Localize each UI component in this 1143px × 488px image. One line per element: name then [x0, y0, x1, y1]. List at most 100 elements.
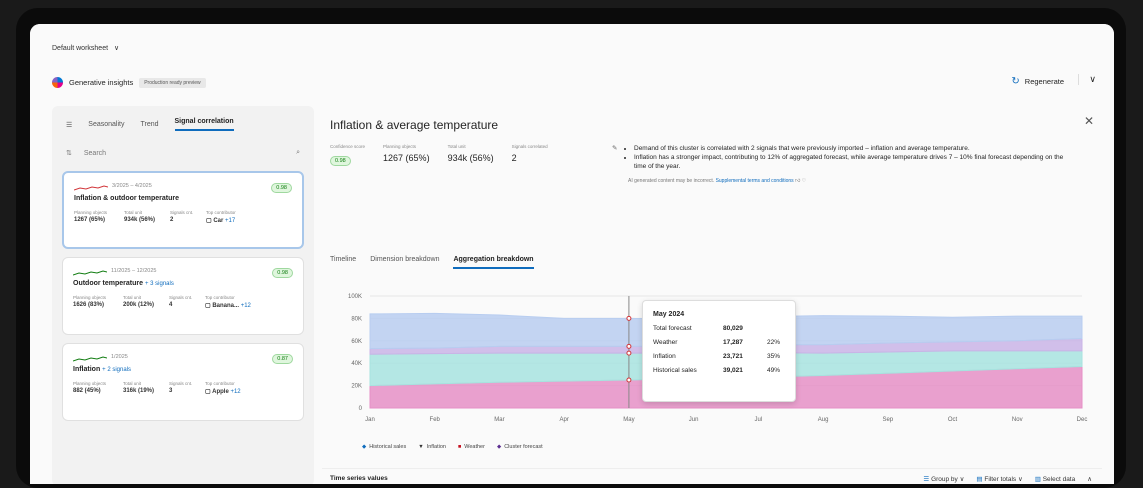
chart-tooltip: May 2024 Total forecast 80,029 Weather 17,2…	[642, 300, 796, 402]
hover-point	[626, 350, 632, 356]
tab-aggregation-breakdown[interactable]: Aggregation breakdown	[453, 256, 534, 269]
insight-card[interactable]: 3/2025 – 4/2025 0.98 Inflation & outdoor…	[62, 171, 304, 249]
legend-item[interactable]: ◆ Cluster forecast	[497, 444, 543, 450]
terms-link[interactable]: Supplemental terms and conditions	[716, 178, 794, 184]
card-score-badge: 0.98	[272, 268, 293, 278]
card-signals-link[interactable]: + 2 signals	[102, 367, 131, 373]
tab-timeline[interactable]: Timeline	[330, 256, 356, 269]
tooltip-key: Total forecast	[653, 325, 692, 332]
insight-tabs: ☰ Seasonality Trend Signal correlation	[52, 106, 314, 143]
sort-icon[interactable]: ⇅	[66, 149, 72, 157]
x-tick-label: Aug	[818, 417, 829, 423]
app-window: Default worksheet ∨ Generative insights P…	[30, 24, 1114, 484]
legend-item[interactable]: ■ Weather	[458, 444, 485, 450]
stat-label: Total unit	[123, 381, 142, 386]
insights-list-panel: ☰ Seasonality Trend Signal correlation ⇅…	[52, 106, 314, 484]
header-title: Generative insights	[69, 78, 134, 87]
stat-label: Top contributor	[205, 381, 235, 386]
stat-value: 1626 (83%)	[73, 302, 105, 308]
x-tick-label: May	[623, 417, 634, 423]
top-contributor: ▢ Car +17	[206, 217, 276, 224]
stat-confidence: Confidence score 0.98	[330, 144, 365, 167]
worksheet-label: Default worksheet	[52, 44, 109, 52]
card-title: Inflation + 2 signals	[73, 366, 293, 373]
insight-title: Inflation & average temperature	[330, 118, 499, 132]
legend-label: Cluster forecast	[504, 444, 543, 450]
chevron-down-icon: ∨	[1089, 74, 1096, 84]
search-row: ⇅ Search ⌕	[52, 143, 314, 163]
stat-label: Top contributor	[205, 295, 235, 300]
tooltip-value: 80,029	[723, 325, 743, 332]
card-title-text: Inflation	[73, 366, 101, 373]
insight-card[interactable]: 11/2025 – 12/2025 0.98 Outdoor temperatu…	[62, 257, 304, 335]
legend-item[interactable]: ▼ Inflation	[418, 444, 446, 450]
tooltip-value: 39,021	[723, 367, 743, 374]
legend-marker-icon: ▼	[418, 444, 424, 450]
stat-label: Signals correlated	[511, 144, 548, 149]
stat-total-unit: Total unit 934k (56%)	[448, 144, 494, 167]
stat-value: 934k (56%)	[447, 153, 494, 163]
regenerate-button[interactable]: ↻ Regenerate	[1011, 76, 1064, 87]
contributor-name: Banana...	[212, 303, 240, 309]
stat-value: 882 (45%)	[73, 388, 101, 394]
tab-signal-correlation[interactable]: Signal correlation	[174, 118, 234, 131]
tab-trend[interactable]: Trend	[140, 121, 158, 128]
tab-dimension-breakdown[interactable]: Dimension breakdown	[370, 256, 439, 269]
hover-point	[626, 377, 632, 383]
collapse-button[interactable]: ∨	[1078, 74, 1096, 85]
search-input[interactable]: Search	[84, 150, 284, 157]
card-stats: Planning objects Total unit Signals cnt.…	[73, 381, 293, 395]
worksheet-selector[interactable]: Default worksheet ∨	[52, 44, 120, 53]
stat-planning-objects: Planning objects 1267 (65%)	[383, 144, 430, 167]
top-contributor: ▢ Apple +12	[205, 388, 275, 395]
card-date-range: 3/2025 – 4/2025	[112, 183, 152, 189]
group-by-label: Group by	[931, 475, 958, 483]
chart-legend: ◆ Historical sales ▼ Inflation ■ Weather ◆ Clus…	[362, 444, 543, 450]
stat-value: 934k (56%)	[124, 217, 156, 223]
chevron-down-icon: ∨	[114, 45, 120, 52]
copilot-logo-icon	[52, 77, 63, 88]
stat-label: Signals cnt.	[170, 210, 194, 215]
stat-label: Planning objects	[74, 210, 108, 215]
tooltip-row: Historical sales 39,021 49%	[653, 367, 785, 374]
contributor-name: Apple	[212, 389, 229, 395]
x-tick-label: Oct	[948, 417, 958, 423]
stat-label: Total unit	[123, 295, 142, 300]
legend-item[interactable]: ◆ Historical sales	[362, 444, 406, 450]
stat-label: Planning objects	[73, 295, 107, 300]
tooltip-row: Inflation 23,721 35%	[653, 353, 785, 360]
legend-label: Inflation	[426, 444, 446, 450]
stat-label: Planning objects	[383, 144, 417, 149]
insight-detail-panel: Inflation & average temperature ✕ Confid…	[322, 104, 1102, 484]
y-tick-label: 20K	[351, 384, 362, 390]
contributor-more-link[interactable]: +12	[230, 389, 240, 395]
card-title-text: Inflation & outdoor temperature	[74, 195, 179, 202]
tooltip-row: Weather 17,287 22%	[653, 339, 785, 346]
stat-label: Total unit	[124, 210, 143, 215]
refresh-icon: ↻	[1011, 76, 1020, 87]
stat-label: Planning objects	[73, 381, 107, 386]
insight-card[interactable]: 1/2025 0.87 Inflation + 2 signals Planni…	[62, 343, 304, 421]
thumbs-down-icon[interactable]: ♡	[802, 178, 806, 184]
stat-value: 2	[170, 217, 174, 223]
tab-seasonality[interactable]: Seasonality	[88, 121, 124, 128]
ai-summary: ✎ Demand of this cluster is correlated w…	[612, 144, 1072, 186]
stat-value: 200k (12%)	[123, 302, 155, 308]
chart-tabs: Timeline Dimension breakdown Aggregation…	[330, 256, 534, 269]
contributor-more-link[interactable]: +12	[241, 303, 251, 309]
tooltip-percent: 35%	[767, 353, 781, 360]
stat-value: 2	[511, 153, 517, 163]
legend-marker-icon: ■	[457, 444, 462, 450]
contributor-name: Car	[213, 218, 224, 224]
product-icon: ▢	[205, 389, 211, 395]
card-signals-link[interactable]: + 3 signals	[145, 281, 174, 287]
disclaimer-text: AI generated content may be incorrect.	[628, 178, 715, 184]
thumbs-up-icon[interactable]: 👍︎	[795, 178, 800, 184]
card-title: Inflation & outdoor temperature	[74, 195, 292, 202]
close-icon[interactable]: ✕	[1084, 114, 1094, 128]
search-icon[interactable]: ⌕	[296, 149, 300, 157]
top-contributor: ▢ Banana... +12	[205, 302, 275, 309]
menu-icon[interactable]: ☰	[66, 121, 72, 129]
contributor-more-link[interactable]: +17	[225, 218, 235, 224]
product-icon: ▢	[206, 218, 212, 224]
